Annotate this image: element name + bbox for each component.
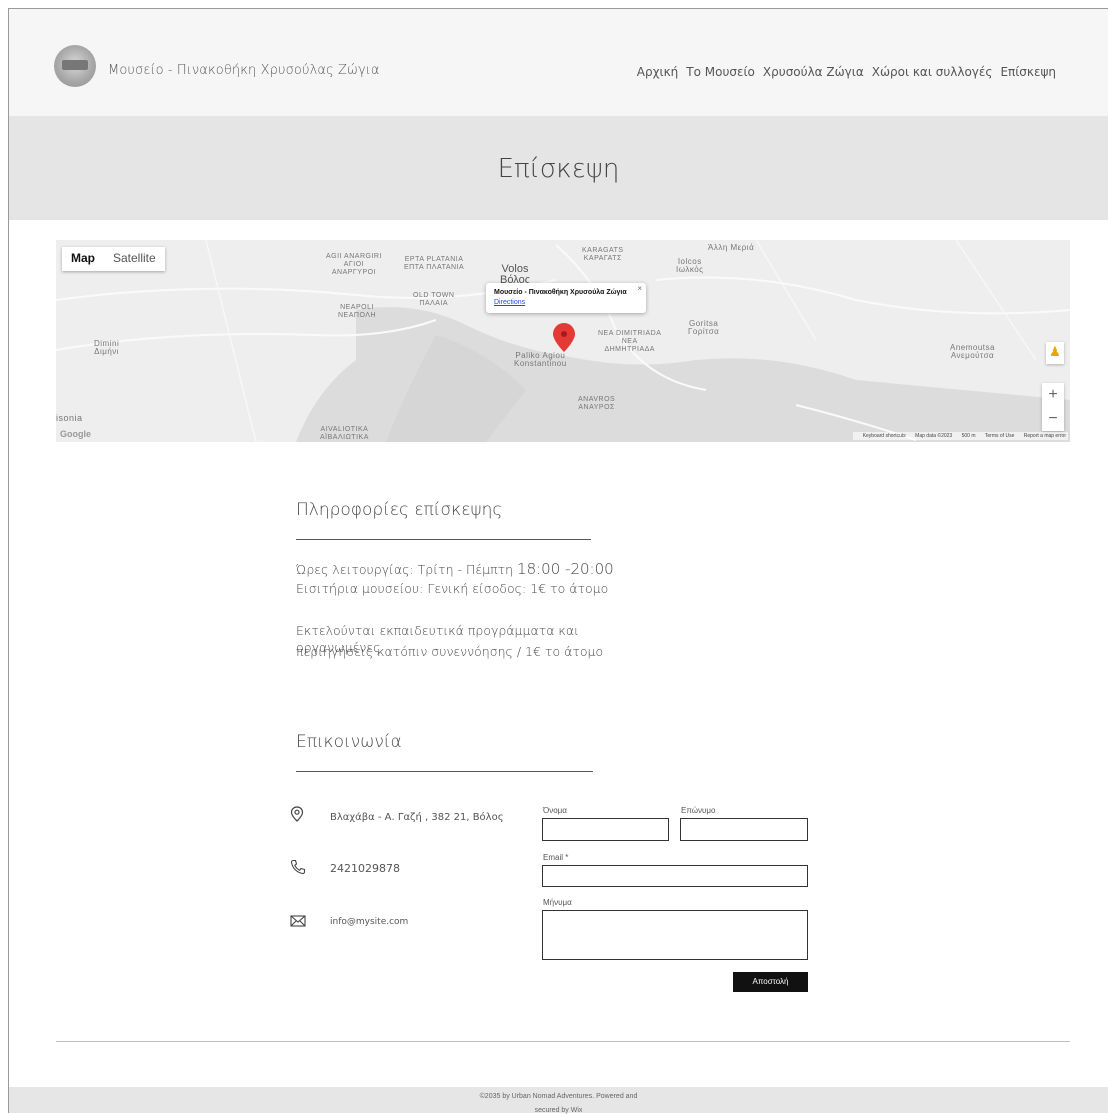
location-pin-icon <box>290 806 304 826</box>
map-label-agii-anargiri: AGII ANARGIRI ΑΓΙΟΙ ΑΝΑΡΓΥΡΟΙ <box>326 253 382 276</box>
close-icon[interactable]: × <box>637 284 642 293</box>
nav-artist[interactable]: Χρυσούλα Ζώγια <box>763 65 864 79</box>
map-label-dimini: Dimini Διμήνι <box>94 339 120 356</box>
map-directions-link[interactable]: Directions <box>494 299 525 306</box>
visit-info-heading: Πληροφορίες επίσκεψης <box>296 500 503 520</box>
keyboard-shortcuts-link[interactable]: Keyboard shortcuts <box>863 433 906 439</box>
visit-hours-label: Ώρες λειτουργίας: Τρίτη - Πέμπτη <box>296 562 518 577</box>
phone-icon <box>290 859 306 879</box>
map-label-neapoli: NEAPOLI ΝΕΑΠΟΛΗ <box>338 304 376 319</box>
message-label: Μήνυμα <box>543 898 572 907</box>
site-header: Μουσείο - Πινακοθήκη Χρυσούλας Ζώγια Αρχ… <box>9 9 1108 116</box>
contact-divider <box>296 771 593 772</box>
zoom-out-button[interactable]: − <box>1042 407 1064 431</box>
footer-divider <box>56 1041 1070 1042</box>
visit-divider <box>296 539 591 540</box>
map-label-paliko-agiou-konstantinou: Paliko Agiou Konstantinou <box>514 351 567 368</box>
visit-tickets: Εισιτήρια μουσείου: Γενική είσοδος: 1€ τ… <box>296 581 609 596</box>
google-map[interactable]: Map Satellite AGII ANARGIRI ΑΓΙΟΙ ΑΝΑΡΓΥΡΟ… <box>56 240 1070 442</box>
last-name-input[interactable] <box>680 818 808 841</box>
visit-programs-line2: περιηγήσεις κατόπιν συνεννόησης / 1€ το … <box>296 644 604 659</box>
send-button[interactable]: Αποστολή <box>733 972 808 992</box>
main-nav: Αρχική Το Μουσείο Χρυσούλα Ζώγια Χώροι κ… <box>629 65 1056 79</box>
terms-of-use-link[interactable]: Terms of Use <box>985 433 1014 439</box>
map-label-iolcos: Iolcos Ιωλκός <box>676 257 704 274</box>
street-view-pegman-icon[interactable]: ♟ <box>1046 342 1064 364</box>
contact-heading: Επικοινωνία <box>296 732 402 752</box>
map-type-satellite-button[interactable]: Satellite <box>104 247 165 271</box>
email-input[interactable] <box>542 865 808 887</box>
map-data-text: Map data ©2023 <box>915 433 953 439</box>
envelope-icon <box>290 915 306 931</box>
footer-copyright: ©2035 by Urban Nomad Adventures. Powered… <box>479 1093 638 1100</box>
nav-spaces-collections[interactable]: Χώροι και συλλογές <box>872 65 993 79</box>
email-label: Email * <box>543 853 569 862</box>
map-label-epta-platania: EPTA PLATANIA ΕΠΤΑ ΠΛΑΤΑΝΙΑ <box>404 256 465 271</box>
map-info-title: Μουσείο - Πινακοθήκη Χρυσούλα Ζώγια <box>494 289 627 296</box>
first-name-input[interactable] <box>542 818 669 841</box>
report-map-error-link[interactable]: Report a map error <box>1024 433 1066 439</box>
map-label-goritsa: Goritsa Γορίτσα <box>688 319 720 336</box>
google-logo: Google <box>60 429 91 439</box>
map-info-window: Μουσείο - Πινακοθήκη Χρυσούλα Ζώγια Dire… <box>486 283 646 313</box>
first-name-label: Όνομα <box>543 806 567 815</box>
map-attribution: Keyboard shortcuts Map data ©2023 500 m … <box>852 432 1068 440</box>
page-banner: Επίσκεψη <box>9 116 1108 220</box>
map-label-anavros: ANAVROS ΑΝΑΥΡΟΣ <box>578 396 616 411</box>
map-type-control: Map Satellite <box>62 247 165 271</box>
map-type-map-button[interactable]: Map <box>62 247 104 271</box>
contact-phone[interactable]: 2421029878 <box>330 862 400 875</box>
contact-address: Βλαχάβα - Α. Γαζή , 382 21, Βόλος <box>330 812 504 823</box>
map-label-nea-dimitriada: NEA DIMITRIADA ΝΕΑ ΔΗΜΗΤΡΙΑΔΑ <box>598 330 662 353</box>
map-label-allh-meria: Άλλη Μεριά <box>708 243 755 252</box>
map-label-karagats: KARAGATS ΚΑΡΑΓΑΤΣ <box>582 247 624 262</box>
site-title[interactable]: Μουσείο - Πινακοθήκη Χρυσούλας Ζώγια <box>108 63 380 78</box>
contact-email[interactable]: info@mysite.com <box>330 917 408 927</box>
map-background <box>56 240 1070 442</box>
nav-museum[interactable]: Το Μουσείο <box>686 65 755 79</box>
last-name-label: Επώνυμο <box>681 806 716 815</box>
message-textarea[interactable] <box>542 910 808 960</box>
map-label-isonia: isonia <box>56 413 83 423</box>
map-label-aivaliotika: AIVALIOTIKA ΑΪΒΑΛΙΩΤΙΚΑ <box>320 426 369 441</box>
page-title: Επίσκεψη <box>497 154 620 184</box>
site-footer: ©2035 by Urban Nomad Adventures. Powered… <box>9 1087 1108 1114</box>
nav-home[interactable]: Αρχική <box>637 65 679 79</box>
zoom-in-button[interactable]: + <box>1042 383 1064 407</box>
visit-hours: Ώρες λειτουργίας: Τρίτη - Πέμπτη 18:00 -… <box>296 561 656 578</box>
map-label-old-town: OLD TOWN ΠΑΛΑΙΑ <box>413 292 455 307</box>
museum-logo[interactable] <box>54 45 96 87</box>
map-label-anemoutsa: Anemoutsa Ανεμούτσα <box>950 343 995 360</box>
map-scale[interactable]: 500 m <box>962 433 976 439</box>
map-zoom-control: + − <box>1042 383 1064 431</box>
visit-hours-value: 18:00 -20:00 <box>517 560 614 578</box>
nav-visit[interactable]: Επίσκεψη <box>1000 65 1056 79</box>
